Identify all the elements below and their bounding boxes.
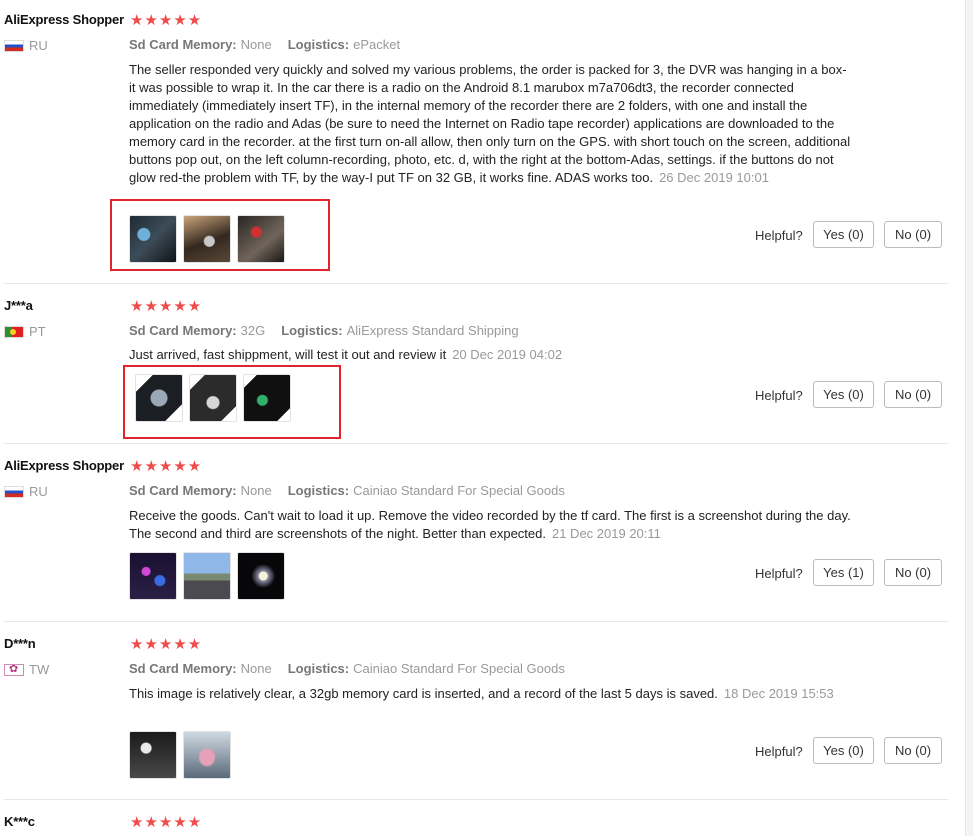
review-date: 18 Dec 2019 15:53 [723, 686, 834, 701]
review-photo-thumbnail[interactable] [189, 374, 237, 422]
logistics-label: Logistics: [287, 661, 350, 676]
review-photo-thumbnail[interactable] [135, 374, 183, 422]
reviewer-name: D***n [4, 636, 36, 651]
review-body: Just arrived, fast shippment, will test … [129, 347, 447, 362]
russia-flag-icon [4, 485, 24, 498]
review-photo-thumbnail[interactable] [129, 552, 177, 600]
helpful-yes-button[interactable]: Yes (0) [813, 381, 874, 408]
star-rating: ★★★★★ [130, 636, 203, 653]
review-text: Receive the goods. Can't wait to load it… [129, 507, 851, 543]
logistics-label: Logistics: [287, 483, 350, 498]
sd-card-label: Sd Card Memory: [129, 661, 237, 676]
review-photo-thumbnail[interactable] [237, 215, 285, 263]
helpful-label: Helpful? [755, 566, 803, 581]
review-text: This image is relatively clear, a 32gb m… [129, 685, 851, 703]
helpful-label: Helpful? [755, 388, 803, 403]
sd-card-value: 32G [240, 323, 266, 338]
logistics-value: AliExpress Standard Shipping [346, 323, 519, 338]
order-attributes: Sd Card Memory: None Logistics: Cainiao Sta… [129, 483, 565, 498]
helpful-no-button[interactable]: No (0) [884, 381, 942, 408]
review-date: 26 Dec 2019 10:01 [659, 170, 769, 185]
review-text: Just arrived, fast shippment, will test … [129, 346, 851, 364]
reviewer-name: K***c [4, 814, 35, 829]
review-photos [129, 731, 231, 779]
country-code: PT [29, 324, 46, 339]
reviewer-country: PT [4, 324, 46, 339]
logistics-label: Logistics: [287, 37, 350, 52]
review-date: 21 Dec 2019 20:11 [551, 526, 661, 541]
helpful-no-button[interactable]: No (0) [884, 737, 942, 764]
reviewer-name: AliExpress Shopper [4, 12, 124, 27]
review-photo-thumbnail[interactable] [129, 731, 177, 779]
helpful-yes-button[interactable]: Yes (0) [813, 737, 874, 764]
reviewer-country: TW [4, 662, 49, 677]
review-photo-thumbnail[interactable] [183, 215, 231, 263]
review-text: The seller responded very quickly and so… [129, 61, 851, 187]
star-rating: ★★★★★ [130, 458, 203, 475]
star-rating: ★★★★★ [130, 814, 203, 831]
review-body: The seller responded very quickly and so… [129, 62, 851, 185]
helpful-no-button[interactable]: No (0) [884, 559, 942, 586]
review-date: 20 Dec 2019 04:02 [452, 347, 563, 362]
star-rating: ★★★★★ [130, 298, 203, 315]
helpful-no-button[interactable]: No (0) [884, 221, 942, 248]
country-code: RU [29, 38, 48, 53]
portugal-flag-icon [4, 325, 24, 338]
review-photo-thumbnail[interactable] [243, 374, 291, 422]
review-photos [129, 215, 285, 263]
sd-card-value: None [240, 661, 272, 676]
reviewer-country: RU [4, 484, 48, 499]
review-body: This image is relatively clear, a 32gb m… [129, 686, 718, 701]
star-rating: ★★★★★ [130, 12, 203, 29]
country-code: TW [29, 662, 50, 677]
sd-card-label: Sd Card Memory: [129, 483, 237, 498]
sd-card-value: None [240, 37, 272, 52]
taiwan-flag-icon [4, 663, 24, 676]
review-divider [4, 443, 948, 444]
reviewer-country: RU [4, 38, 48, 53]
logistics-value: Cainiao Standard For Special Goods [353, 661, 565, 676]
logistics-label: Logistics: [281, 323, 343, 338]
russia-flag-icon [4, 39, 24, 52]
helpful-label: Helpful? [755, 228, 803, 243]
review-photo-thumbnail[interactable] [129, 215, 177, 263]
helpful-yes-button[interactable]: Yes (1) [813, 559, 874, 586]
review-divider [4, 799, 948, 800]
review-photo-thumbnail[interactable] [183, 731, 231, 779]
scrollbar-track[interactable] [965, 0, 973, 836]
review-photo-thumbnail[interactable] [183, 552, 231, 600]
sd-card-value: None [240, 483, 272, 498]
order-attributes: Sd Card Memory: 32G Logistics: AliExpress S… [129, 323, 519, 338]
helpful-label: Helpful? [755, 744, 803, 759]
helpful-yes-button[interactable]: Yes (0) [813, 221, 874, 248]
order-attributes: Sd Card Memory: None Logistics: ePacket [129, 37, 400, 52]
reviewer-name: AliExpress Shopper [4, 458, 124, 473]
country-code: RU [29, 484, 48, 499]
sd-card-label: Sd Card Memory: [129, 323, 237, 338]
order-attributes: Sd Card Memory: None Logistics: Cainiao Sta… [129, 661, 565, 676]
reviewer-name: J***a [4, 298, 33, 313]
review-photo-thumbnail[interactable] [237, 552, 285, 600]
logistics-value: ePacket [353, 37, 401, 52]
review-divider [4, 283, 948, 284]
review-divider [4, 621, 948, 622]
logistics-value: Cainiao Standard For Special Goods [353, 483, 565, 498]
review-photos [129, 552, 285, 600]
review-body: Receive the goods. Can't wait to load it… [129, 508, 851, 541]
sd-card-label: Sd Card Memory: [129, 37, 237, 52]
review-photos [129, 374, 291, 422]
